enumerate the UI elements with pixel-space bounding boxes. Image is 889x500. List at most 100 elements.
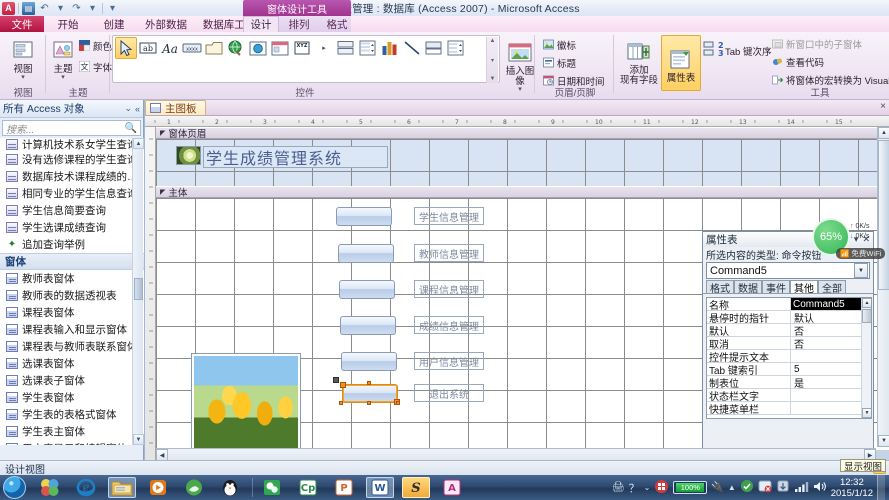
scrollbar-thumb[interactable] <box>862 309 871 323</box>
taskbar-item-word[interactable]: W <box>366 477 394 498</box>
move-handle[interactable] <box>333 377 339 383</box>
chevron-down-icon[interactable]: ▾ <box>491 57 494 64</box>
taskbar-item-media-player[interactable] <box>144 477 172 498</box>
navigation-object-list[interactable]: 计算机技术系女学生查询 没有选修课程的学生查询 数据库技术课程成绩的干... 相… <box>0 138 144 445</box>
list-item[interactable]: 选课表子窗体 <box>0 372 144 389</box>
taskbar-item-access[interactable]: A <box>438 477 466 498</box>
property-row[interactable]: 快捷菜单栏 <box>707 402 871 416</box>
tab-arrange[interactable]: 排列 <box>281 16 317 32</box>
power-plug-icon[interactable]: 🔌 <box>711 482 723 493</box>
document-horizontal-scrollbar[interactable]: ◀ ▶ <box>156 448 876 461</box>
taskbar-clock[interactable]: 12:32 2015/1/12 <box>831 477 873 499</box>
list-item[interactable]: 课程表窗体 <box>0 304 144 321</box>
list-item[interactable]: 课程表输入和显示窗体 <box>0 321 144 338</box>
tab-all[interactable]: 全部 <box>818 280 846 295</box>
list-item[interactable]: 没有选修课程的学生查询 <box>0 151 144 168</box>
subform-new-window-button[interactable]: 新窗口中的子窗体 <box>771 36 889 51</box>
property-grid[interactable]: 名称 Command5 悬停时的指针 默认 默认 否 取消 否 控件提示文本 T… <box>706 297 872 419</box>
taskbar-item-powerpoint[interactable]: P <box>330 477 358 498</box>
scroll-up-icon[interactable]: ▲ <box>490 38 496 44</box>
list-item[interactable]: 课程表与教师表联系窗体 <box>0 338 144 355</box>
list-item[interactable]: 教师表的数据透视表 <box>0 287 144 304</box>
close-icon[interactable]: × <box>880 101 886 112</box>
scroll-up-icon[interactable]: ▲ <box>862 298 871 308</box>
insert-image-button[interactable]: 插入图像 ▾ <box>505 36 535 93</box>
section-collapse-icon[interactable]: ◤ <box>160 188 165 196</box>
line-icon[interactable] <box>401 37 423 59</box>
taskbar-item-windows-media-center[interactable] <box>36 477 64 498</box>
scroll-down-icon[interactable]: ▼ <box>133 434 144 445</box>
resize-handle-top[interactable] <box>367 381 371 385</box>
property-row[interactable]: 悬停时的指针 默认 <box>707 311 871 325</box>
list-item[interactable]: 教师表窗体 <box>0 270 144 287</box>
tab-design[interactable]: 设计 <box>243 16 279 32</box>
form-title-label[interactable]: 学生成绩管理系统 <box>203 146 388 168</box>
taskbar-item-firefox[interactable] <box>180 477 208 498</box>
button-caption-score[interactable]: 成绩信息管理 <box>414 316 484 334</box>
scroll-down-icon[interactable]: ▼ <box>862 408 871 418</box>
tab-file[interactable]: 文件 <box>0 16 44 32</box>
button-icon[interactable]: xxxx <box>181 37 203 59</box>
taskbar-item-captivate[interactable]: Cp <box>294 477 322 498</box>
property-sheet-object-selector[interactable]: Command5 ▼ <box>706 262 870 279</box>
resize-handle-left[interactable] <box>339 401 343 405</box>
free-wifi-badge[interactable]: 📶 免费WiFi <box>836 248 886 259</box>
list-item[interactable]: 选课表窗体 <box>0 355 144 372</box>
taskbar-item-internet-explorer[interactable]: e <box>72 477 100 498</box>
list-item[interactable]: 学生表窗体 <box>0 389 144 406</box>
chevron-down-icon[interactable]: ▼ <box>854 263 868 278</box>
property-grid-scrollbar[interactable]: ▲ ▼ <box>861 298 871 418</box>
list-item[interactable]: 学生信息简要查询 <box>0 202 144 219</box>
select-pointer-icon[interactable] <box>115 37 137 59</box>
show-desktop-button[interactable] <box>877 475 885 500</box>
navigation-icon[interactable] <box>269 37 291 59</box>
command-button-user[interactable] <box>341 352 397 371</box>
update-icon[interactable] <box>776 479 790 496</box>
toggle-icon[interactable] <box>423 37 445 59</box>
taskbar-item-windows-explorer[interactable] <box>108 477 136 498</box>
list-item[interactable]: 学生选课成绩查询 <box>0 219 144 236</box>
scrollbar-thumb[interactable] <box>878 140 889 290</box>
hyperlink-icon[interactable] <box>225 37 247 59</box>
property-sheet-panel[interactable]: 属性表 ▾ ✕ 所选内容的类型: 命令按钮 Command5 ▼ 格式 数据 事… <box>702 231 874 460</box>
property-value[interactable]: 5 <box>791 363 871 375</box>
logo-button[interactable]: 徽标 <box>542 37 605 52</box>
button-caption-course[interactable]: 课程信息管理 <box>414 280 484 298</box>
tray-help-icon[interactable]: ？ <box>629 480 640 496</box>
property-value[interactable] <box>791 402 871 414</box>
form-logo-image[interactable] <box>176 146 201 165</box>
tray-overflow-icon[interactable]: ⌄ <box>644 483 651 492</box>
button-caption-exit[interactable]: 退出系统 <box>414 384 484 402</box>
battery-indicator[interactable]: 100% <box>673 481 708 494</box>
property-value[interactable] <box>791 350 871 362</box>
textbox-icon[interactable]: ab <box>137 37 159 59</box>
property-value[interactable] <box>791 389 871 401</box>
collapse-pane-icon[interactable]: « <box>135 104 140 114</box>
controls-gallery[interactable]: ab Aa xxxx XYZ ▸ ▲ ▾ ▼ <box>112 35 500 83</box>
resize-handle-bottom[interactable] <box>367 401 371 405</box>
property-sheet-button[interactable]: 属性表 <box>661 35 701 91</box>
command-button-score[interactable] <box>340 316 396 335</box>
combo-box-icon[interactable] <box>335 37 357 59</box>
web-browser-icon[interactable] <box>247 37 269 59</box>
list-box-icon[interactable] <box>357 37 379 59</box>
taskbar-item-qq[interactable] <box>216 477 244 498</box>
title-button[interactable]: 标题 <box>542 55 605 70</box>
navigation-pane-header[interactable]: 所有 Access 对象 ⌄ « <box>0 100 143 118</box>
chart-icon[interactable] <box>379 37 401 59</box>
tray-printer-icon[interactable]: 🖨 <box>612 482 625 493</box>
tab-data[interactable]: 数据 <box>734 280 762 295</box>
section-collapse-icon[interactable]: ◤ <box>160 129 165 137</box>
tab-control-icon[interactable] <box>203 37 225 59</box>
gallery-scrollbar[interactable]: ▲ ▾ ▼ <box>486 37 498 83</box>
navigation-search-box[interactable]: 搜索... 🔍 <box>2 120 141 136</box>
scroll-down-icon[interactable]: ▼ <box>490 76 496 82</box>
command-button-teacher[interactable] <box>338 244 394 263</box>
chevron-down-icon[interactable]: ▾ <box>21 74 25 81</box>
list-item[interactable]: ✦ 追加查询举例 <box>0 236 144 253</box>
antivirus-icon[interactable] <box>758 479 772 496</box>
volume-icon[interactable] <box>813 480 827 496</box>
form-detail-section[interactable]: 学生信息管理 教师信息管理 课程信息管理 成绩信息管理 用户信息管理 退出系统 … <box>156 198 889 460</box>
taskbar-item-wechat[interactable] <box>258 477 286 498</box>
themes-button[interactable]: 主题 ▾ <box>48 34 78 81</box>
